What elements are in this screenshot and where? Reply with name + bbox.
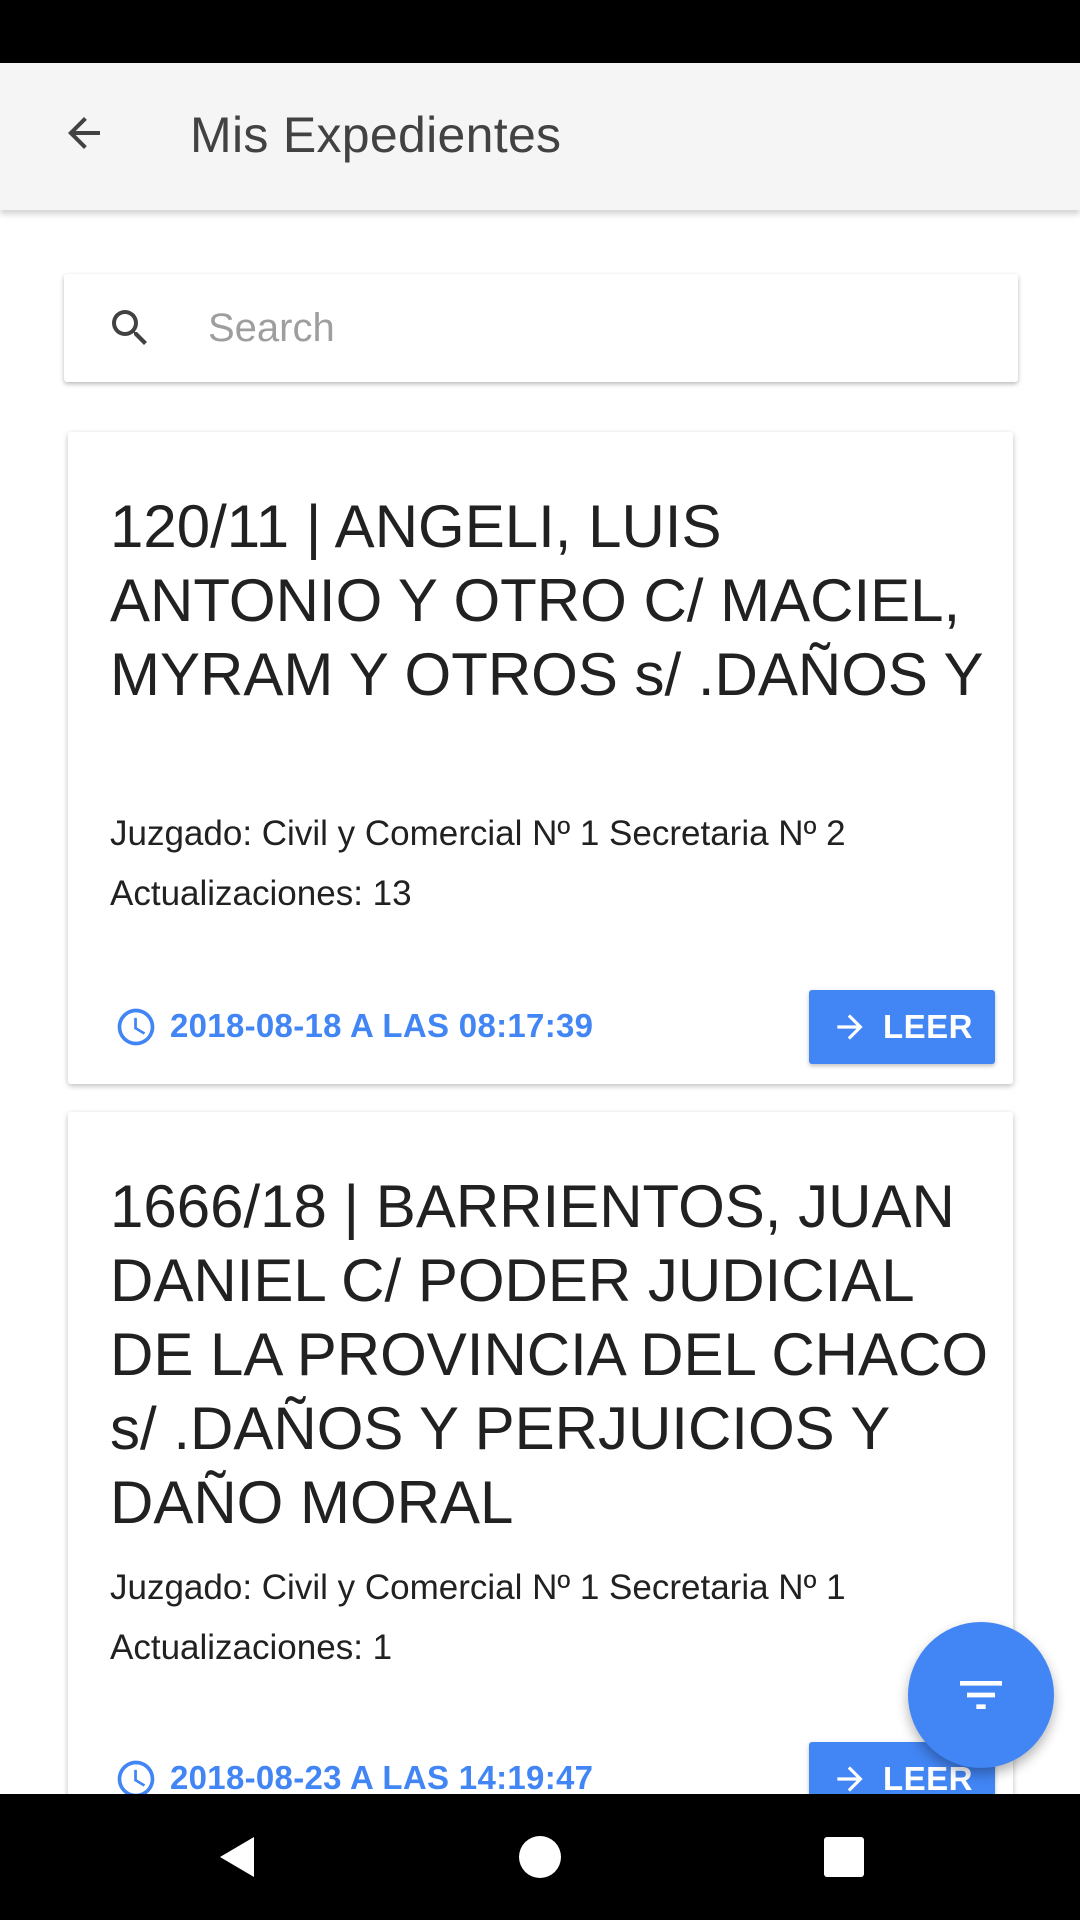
nav-back-button[interactable]	[206, 1827, 266, 1887]
arrow-forward-icon	[837, 1014, 863, 1040]
case-title: 1666/18 | BARRIENTOS, JUAN DANIEL C/ POD…	[110, 1173, 989, 1536]
filter-icon	[960, 1681, 1002, 1709]
filter-button[interactable]	[908, 1622, 1054, 1768]
circle-home-icon	[519, 1836, 561, 1878]
arrow-back-icon	[68, 117, 100, 149]
app-bar: Mis Expedientes	[0, 63, 1080, 210]
search-input[interactable]	[208, 292, 988, 364]
read-button[interactable]: LEER	[809, 990, 995, 1064]
search-bar[interactable]	[64, 274, 1018, 382]
system-nav-bar	[0, 1794, 1080, 1920]
page-title: Mis Expedientes	[190, 107, 562, 163]
read-button-label: LEER	[882, 1760, 973, 1794]
case-card: 1666/18 | BARRIENTOS, JUAN DANIEL C/ POD…	[68, 1112, 1013, 1794]
status-bar	[0, 0, 1080, 63]
case-updates: Actualizaciones: 1	[110, 1628, 393, 1667]
read-button-label: LEER	[882, 1008, 973, 1045]
nav-recents-button[interactable]	[814, 1827, 874, 1887]
case-footer: 2018-08-18 A LAS 08:17:39 LEER	[68, 990, 1013, 1064]
search-icon	[112, 310, 147, 345]
case-court: Juzgado: Civil y Comercial Nº 1 Secretar…	[110, 1568, 846, 1607]
nav-home-button[interactable]	[510, 1827, 570, 1887]
case-title: 120/11 | ANGELI, LUIS ANTONIO Y OTRO C/ …	[110, 493, 984, 708]
clock-icon	[117, 1008, 155, 1046]
case-date: 2018-08-18 A LAS 08:17:39	[170, 1007, 594, 1044]
triangle-back-icon	[220, 1837, 254, 1877]
case-court: Juzgado: Civil y Comercial Nº 1 Secretar…	[110, 814, 846, 853]
clock-icon	[117, 1760, 155, 1794]
case-card: 120/11 | ANGELI, LUIS ANTONIO Y OTRO C/ …	[68, 432, 1013, 1084]
case-list[interactable]: 120/11 | ANGELI, LUIS ANTONIO Y OTRO C/ …	[0, 210, 1080, 1794]
square-recents-icon	[824, 1837, 864, 1877]
arrow-forward-icon	[837, 1766, 863, 1792]
case-footer: 2018-08-23 A LAS 14:19:47 LEER	[68, 1742, 1013, 1794]
back-button[interactable]	[52, 101, 116, 165]
case-updates: Actualizaciones: 13	[110, 874, 412, 913]
case-date: 2018-08-23 A LAS 14:19:47	[170, 1759, 594, 1794]
